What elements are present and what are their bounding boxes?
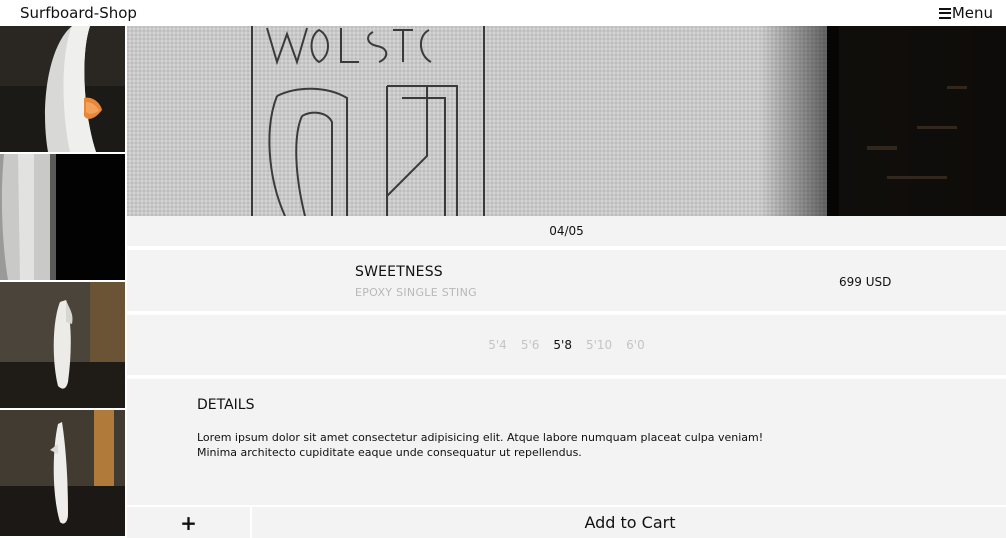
size-option[interactable]: 5'10 xyxy=(585,338,613,352)
size-option-selected[interactable]: 5'8 xyxy=(552,338,573,352)
thumbnail-1[interactable] xyxy=(0,26,125,152)
details-heading: DETAILS xyxy=(197,397,255,413)
cart-bar: + Add to Cart xyxy=(127,507,1006,538)
product-info: SWEETNESS EPOXY SINGLE STING 699 USD xyxy=(127,250,1006,313)
brand-logo[interactable]: Surfboard-Shop xyxy=(20,4,137,22)
product-price: 699 USD xyxy=(839,275,892,289)
hamburger-icon xyxy=(938,7,951,19)
details-description: Lorem ipsum dolor sit amet consectetur a… xyxy=(197,431,764,459)
image-counter: 04/05 xyxy=(127,216,1006,248)
top-bar: Surfboard-Shop Menu xyxy=(0,0,1006,26)
details-section: DETAILS Lorem ipsum dolor sit amet conse… xyxy=(127,379,1006,505)
hero-image xyxy=(127,26,1006,216)
menu-label: Menu xyxy=(951,4,993,22)
plus-icon[interactable]: + xyxy=(127,507,252,538)
size-option[interactable]: 6'0 xyxy=(625,338,646,352)
product-subtitle: EPOXY SINGLE STING xyxy=(355,286,477,299)
add-to-cart-button[interactable]: Add to Cart xyxy=(254,507,1006,538)
size-selector: 5'4 5'6 5'8 5'10 6'0 xyxy=(127,315,1006,377)
menu-button[interactable]: Menu xyxy=(938,4,993,22)
product-name: SWEETNESS xyxy=(355,264,443,280)
size-option[interactable]: 5'6 xyxy=(520,338,541,352)
thumbnail-strip xyxy=(0,26,125,538)
thumbnail-3[interactable] xyxy=(0,282,125,408)
thumbnail-2[interactable] xyxy=(0,154,125,280)
size-option[interactable]: 5'4 xyxy=(487,338,508,352)
thumbnail-4[interactable] xyxy=(0,410,125,536)
